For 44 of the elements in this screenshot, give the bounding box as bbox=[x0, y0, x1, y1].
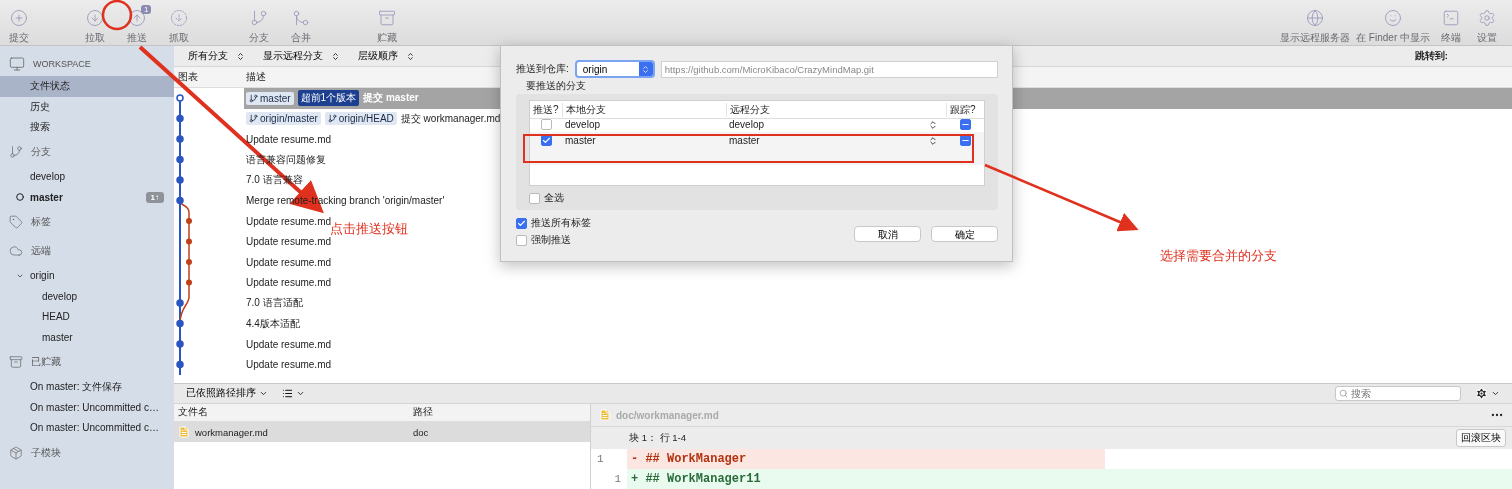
section-title: 远端 bbox=[31, 244, 51, 258]
branch-tag: origin/HEAD bbox=[324, 112, 397, 126]
commit-message: Update resume.md bbox=[246, 359, 332, 371]
commit-message: 4.4版本适配 bbox=[246, 316, 300, 331]
annotation-label: 点击推送按钮 bbox=[330, 221, 408, 237]
table-cell-text: master bbox=[728, 135, 760, 146]
commit-message: 提交 workmanager.md bbox=[400, 111, 501, 126]
annotation-label: 选择需要合并的分支 bbox=[1160, 247, 1277, 265]
commit-message: 提交 master bbox=[363, 91, 419, 106]
column-header: 文件名 bbox=[177, 406, 208, 419]
section-title: 分支 bbox=[31, 145, 51, 159]
section-title: 标签 bbox=[31, 215, 51, 229]
column-header: 远程分支 bbox=[726, 102, 946, 117]
table-cell-text: develop bbox=[728, 119, 765, 130]
count-badge: 1 bbox=[141, 5, 152, 14]
column-header: 描述 bbox=[245, 70, 266, 84]
section-label: 要推送的分支 bbox=[526, 79, 586, 93]
commit-message: Update resume.md bbox=[246, 215, 332, 227]
commit-message: 7.0 语言适配 bbox=[246, 296, 303, 311]
line-number: 1 bbox=[613, 473, 622, 485]
column-header: 路径 bbox=[412, 406, 433, 419]
branch-tag: origin/master bbox=[246, 112, 321, 126]
field-label: 推送到仓库: bbox=[516, 62, 569, 76]
column-header: 推送? bbox=[532, 102, 560, 117]
section-title: WORKSPACE bbox=[33, 59, 91, 69]
ahead-tag: 超前1个版本 bbox=[297, 90, 360, 107]
hunk-header: 块 1： 行 1-4 bbox=[629, 431, 686, 445]
jump-to-label: 跳转到: bbox=[1414, 49, 1448, 63]
commit-message: Update resume.md bbox=[246, 133, 332, 145]
line-number: 1 bbox=[596, 453, 605, 465]
branch-tag: master bbox=[246, 91, 294, 105]
table-cell-text: master bbox=[564, 135, 596, 146]
ahead-badge: 1↑ bbox=[145, 191, 164, 203]
table-cell-text: develop bbox=[564, 119, 601, 130]
diff-file-name: doc/workmanager.md bbox=[616, 409, 719, 421]
column-header: 本地分支 bbox=[562, 102, 726, 117]
section-title: 子模块 bbox=[31, 445, 61, 460]
column-header: 图表 bbox=[177, 70, 198, 84]
column-header: 跟踪? bbox=[946, 102, 984, 117]
commit-message: Update resume.md bbox=[246, 236, 332, 248]
commit-message: Update resume.md bbox=[246, 277, 332, 289]
commit-message: Update resume.md bbox=[246, 256, 332, 268]
section-title: 已贮藏 bbox=[31, 355, 61, 369]
commit-message: Update resume.md bbox=[246, 338, 332, 350]
